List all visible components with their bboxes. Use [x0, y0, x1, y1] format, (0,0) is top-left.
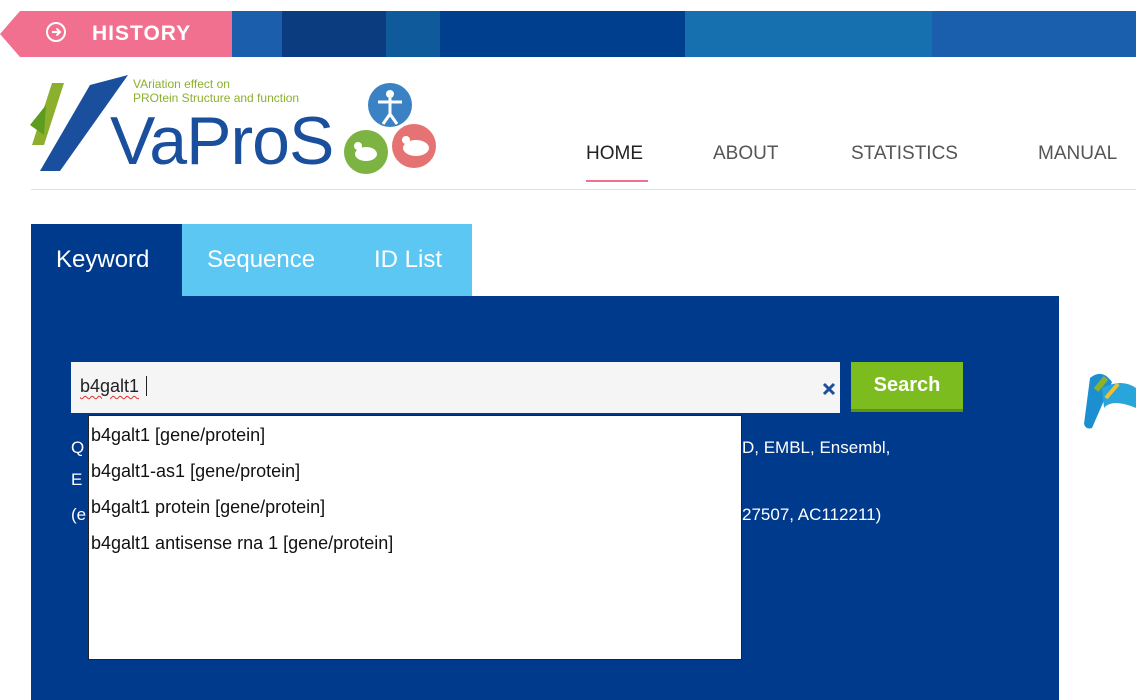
search-button[interactable]: Search [851, 362, 963, 412]
species-icons [344, 83, 436, 174]
history-label: HISTORY [92, 22, 192, 45]
tagline-line-1: VAriation effect on [133, 77, 230, 91]
top-banner: HISTORY [0, 11, 1136, 57]
tab-group-inactive: Sequence ID List [182, 224, 472, 296]
suggestion-item[interactable]: b4galt1 protein [gene/protein] [91, 496, 325, 518]
tab-keyword[interactable]: Keyword [31, 224, 182, 296]
banner-segment [232, 11, 282, 57]
decorative-protein-image [1084, 373, 1136, 429]
logo-tagline: VAriation effect on PROtein Structure an… [133, 77, 299, 105]
nav-home[interactable]: HOME [586, 140, 643, 168]
close-icon[interactable] [820, 378, 838, 398]
logo-wordmark: VaProS [110, 103, 334, 179]
autocomplete-dropdown: b4galt1 [gene/protein] b4galt1-as1 [gene… [88, 415, 742, 660]
suggestion-item[interactable]: b4galt1-as1 [gene/protein] [91, 460, 300, 482]
banner-segment [685, 11, 932, 57]
help-text-line-2-left: E [71, 470, 83, 489]
help-text-line-3-right: 27507, AC112211) [742, 505, 882, 524]
search-input[interactable] [71, 362, 840, 413]
history-button[interactable]: HISTORY [0, 11, 232, 57]
help-text-line-1-left: Q [71, 438, 85, 457]
suggestion-item[interactable]: b4galt1 [gene/protein] [91, 424, 265, 446]
tab-keyword-label: Keyword [56, 246, 150, 273]
nav-statistics[interactable]: STATISTICS [851, 140, 958, 168]
banner-segment [932, 11, 1136, 57]
banner-segment [282, 11, 386, 57]
arrow-right-circle-icon [46, 22, 66, 42]
suggestion-item[interactable]: b4galt1 antisense rna 1 [gene/protein] [91, 532, 393, 554]
vapros-logo[interactable]: VAriation effect on PROtein Structure an… [30, 75, 450, 180]
nav-active-indicator [586, 180, 648, 182]
search-input-value: b4galt1 [80, 376, 140, 396]
nav-manual[interactable]: MANUAL [1038, 140, 1117, 168]
text-caret [146, 376, 147, 396]
banner-segment [440, 11, 685, 57]
nav-about[interactable]: ABOUT [713, 140, 778, 168]
header-divider [31, 189, 1136, 190]
tab-id-list[interactable]: ID List [374, 224, 442, 296]
help-text-line-1-right: D, EMBL, Ensembl, [742, 438, 891, 457]
help-text-line-3-left: (e [71, 505, 87, 524]
tab-sequence[interactable]: Sequence [207, 224, 315, 296]
banner-segment [386, 11, 440, 57]
